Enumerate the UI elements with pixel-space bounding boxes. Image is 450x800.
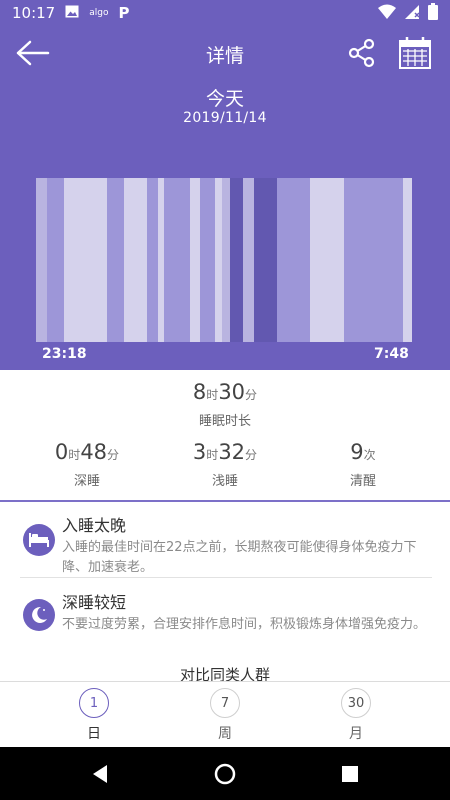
sleep-segment-light	[276, 178, 311, 342]
sleep-segment-awake	[402, 178, 412, 342]
bed-icon	[23, 524, 55, 556]
awake-label: 清醒	[349, 474, 376, 489]
sleep-segment-awake	[124, 178, 147, 342]
hour-unit: 时	[206, 388, 219, 402]
back-triangle-icon[interactable]	[87, 761, 113, 787]
sleep-segment-light	[344, 178, 403, 342]
date-label: 今天	[205, 88, 244, 110]
light-hours: 3	[192, 440, 207, 464]
tip-text: 入睡的最佳时间在22点之前，长期熬夜可能使得身体免疫力下降、加速衰老。	[62, 540, 417, 575]
total-minutes: 30	[218, 380, 246, 404]
recents-square-icon[interactable]	[337, 761, 363, 787]
awake-count-unit: 次	[363, 448, 376, 462]
share-button[interactable]	[347, 38, 377, 68]
calendar-button[interactable]	[398, 36, 432, 70]
tab-month-label: 月	[349, 726, 363, 742]
section-divider	[0, 500, 450, 502]
tab-week-number: 7	[210, 688, 240, 718]
deep-sleep-stat: 0时48分 深睡	[12, 440, 162, 489]
light-sleep-stat: 3时32分 浅睡	[150, 440, 300, 489]
deep-sleep-label: 深睡	[73, 474, 100, 489]
status-time: 10:17	[12, 4, 56, 22]
sleep-stage-chart	[36, 178, 412, 342]
sleep-segment-awake	[64, 178, 108, 342]
tab-month[interactable]: 30 月	[326, 688, 386, 748]
light-hour-unit: 时	[206, 448, 219, 462]
tip-divider	[20, 577, 432, 578]
tab-day-label: 日	[87, 726, 101, 742]
awake-count: 9	[350, 440, 364, 464]
header-panel: 详情 今天 2019/11/14 23:18 7:48	[0, 26, 450, 370]
system-nav-bar	[0, 747, 450, 800]
moon-icon	[23, 599, 55, 631]
deep-hours: 0	[54, 440, 69, 464]
total-sleep-duration: 8时30分	[0, 380, 450, 404]
page-title: 详情	[205, 45, 244, 67]
share-icon	[347, 38, 377, 72]
sleep-segment-light	[163, 178, 191, 342]
light-sleep-label: 浅睡	[211, 474, 238, 489]
sleep-segment-deep	[229, 178, 243, 342]
total-sleep-label: 睡眠时长	[198, 414, 251, 429]
date-value: 2019/11/14	[183, 110, 267, 126]
minute-unit: 分	[245, 388, 258, 402]
light-minutes: 32	[218, 440, 246, 464]
battery-icon	[428, 2, 438, 24]
deep-minutes: 48	[80, 440, 108, 464]
tab-week[interactable]: 7 周	[195, 688, 255, 748]
sleep-segment-deep	[254, 178, 277, 342]
sleep-segment-light	[107, 178, 125, 342]
home-circle-icon[interactable]	[212, 761, 238, 787]
no-signal-icon	[404, 4, 420, 23]
sleep-segment-rem	[222, 178, 230, 342]
sleep-segment-awake	[190, 178, 200, 342]
tab-day[interactable]: 1 日	[64, 688, 124, 748]
image-icon	[65, 4, 79, 22]
tip-text: 不要过度劳累，合理安排作息时间，积极锻炼身体增强免疫力。	[62, 617, 427, 632]
algo-icon: algo	[89, 8, 109, 18]
status-bar: 10:17 algo P	[0, 0, 450, 26]
awake-stat: 9次 清醒	[288, 440, 438, 489]
total-hours: 8	[192, 380, 207, 404]
sleep-segment-light	[199, 178, 215, 342]
wifi-icon	[378, 4, 396, 23]
tab-day-number: 1	[79, 688, 109, 718]
calendar-icon	[398, 37, 432, 74]
tab-week-label: 周	[218, 726, 232, 742]
sleep-segment-light	[146, 178, 159, 342]
sleep-segment-light	[47, 178, 65, 342]
sleep-segment-awake	[310, 178, 345, 342]
chart-end-time: 7:48	[374, 346, 409, 362]
tip-title: 深睡较短	[62, 593, 127, 612]
deep-hour-unit: 时	[68, 448, 81, 462]
light-minute-unit: 分	[245, 448, 258, 462]
sleep-segment-rem	[242, 178, 255, 342]
tab-month-number: 30	[341, 688, 371, 718]
period-tab-bar: 1 日 7 周 30 月	[0, 681, 450, 747]
sleep-segment-rem	[36, 178, 48, 342]
chart-start-time: 23:18	[42, 346, 87, 362]
sleep-segment-awake	[214, 178, 223, 342]
tip-title: 入睡太晚	[62, 516, 127, 535]
deep-minute-unit: 分	[107, 448, 120, 462]
parking-icon: P	[118, 4, 130, 22]
